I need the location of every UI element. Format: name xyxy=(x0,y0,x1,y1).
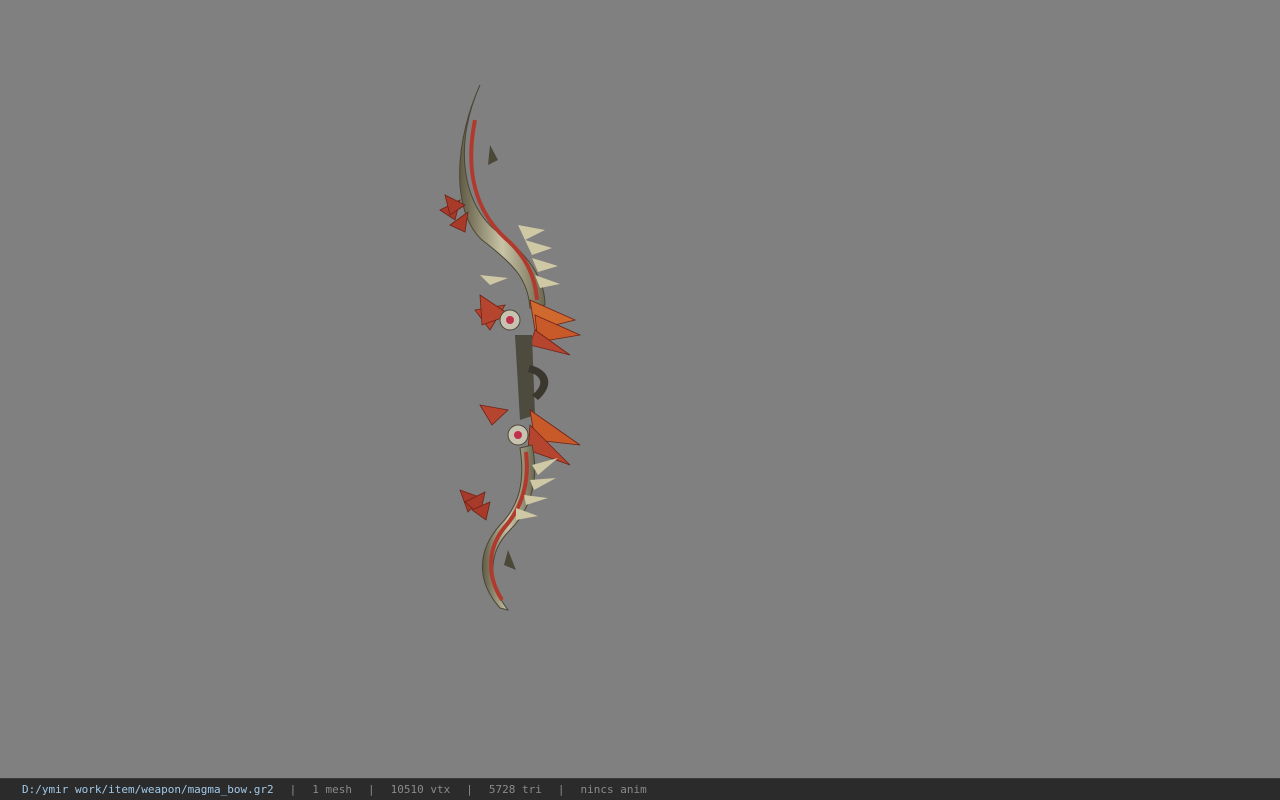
3d-viewport[interactable] xyxy=(0,0,1280,778)
bow-model-render[interactable] xyxy=(420,80,600,620)
status-triangle-count: 5728 tri xyxy=(488,783,542,796)
status-mesh-count: 1 mesh xyxy=(312,783,353,796)
status-bar: D:/ymir work/item/weapon/magma_bow.gr2 |… xyxy=(0,778,1280,800)
status-anim: nincs anim xyxy=(580,783,647,796)
status-separator: | xyxy=(289,783,297,796)
status-separator: | xyxy=(466,783,473,796)
status-file-path: D:/ymir work/item/weapon/magma_bow.gr2 xyxy=(22,783,274,796)
status-vertex-count: 10510 vtx xyxy=(390,783,451,796)
status-separator: | xyxy=(557,783,565,796)
status-separator: | xyxy=(368,783,375,796)
